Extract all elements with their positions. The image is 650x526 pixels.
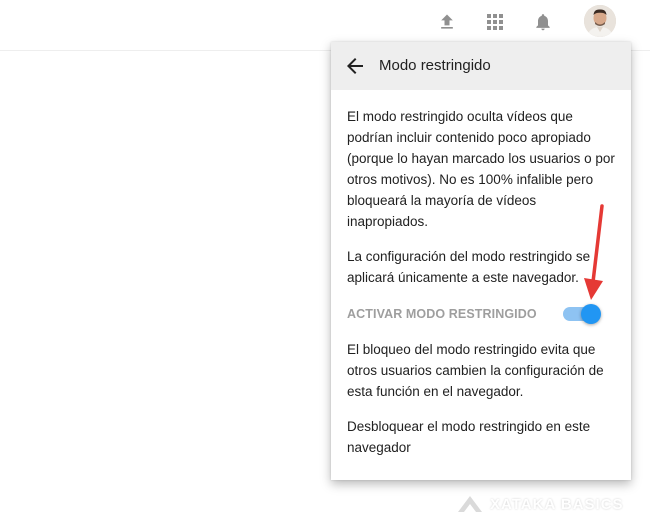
restricted-mode-toggle-row: ACTIVAR MODO RESTRINGIDO [347,303,615,325]
watermark-text: XATAKA BASICS [490,495,624,513]
toggle-label: ACTIVAR MODO RESTRINGIDO [347,307,537,321]
arrow-left-icon [347,58,363,74]
restricted-mode-toggle[interactable] [563,304,601,324]
unlock-restricted-mode-link[interactable]: Desbloquear el modo restringido en este … [347,416,615,458]
watermark: XATAKA BASICS [458,494,624,514]
browser-scope-paragraph: La configuración del modo restringido se… [347,249,591,285]
dialog-body: El modo restringido oculta vídeos que po… [331,90,631,458]
dialog-title: Modo restringido [379,57,491,74]
toggle-thumb [581,304,601,324]
dialog-header: Modo restringido [331,42,631,90]
avatar[interactable] [584,5,616,37]
restricted-mode-dialog: Modo restringido El modo restringido ocu… [331,42,631,480]
upload-icon[interactable] [435,10,459,34]
watermark-logo-icon [458,496,482,512]
back-button[interactable] [343,54,367,78]
description-paragraph: El modo restringido oculta vídeos que po… [347,109,615,229]
lock-description-paragraph: El bloqueo del modo restringido evita qu… [347,342,604,399]
apps-grid-icon[interactable] [483,10,507,34]
bell-icon[interactable] [531,10,555,34]
